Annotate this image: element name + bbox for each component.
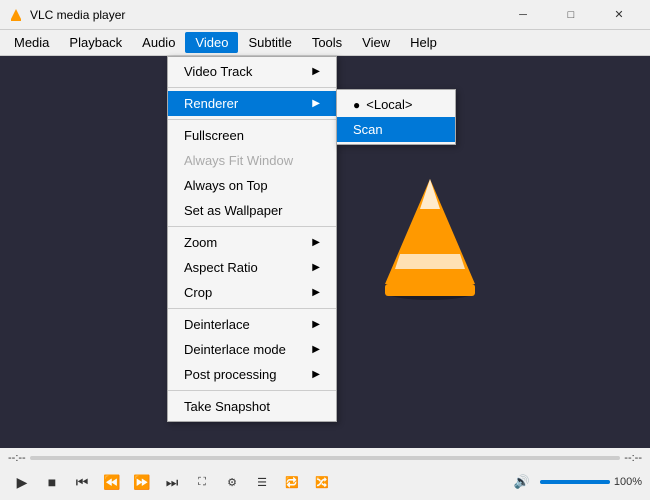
menu-crop[interactable]: Crop ▶ <box>168 280 336 305</box>
renderer-submenu: ● <Local> Scan <box>336 89 456 145</box>
menu-renderer[interactable]: Renderer ▶ ● <Local> Scan <box>168 91 336 116</box>
volume-fill <box>540 480 610 484</box>
vlc-icon <box>8 7 24 23</box>
menu-view[interactable]: View <box>352 32 400 53</box>
current-time: --:-- <box>8 452 26 464</box>
menu-zoom[interactable]: Zoom ▶ <box>168 230 336 255</box>
arrow-icon: ▶ <box>312 66 320 77</box>
title-bar: VLC media player ─ □ ✕ <box>0 0 650 30</box>
menu-set-wallpaper[interactable]: Set as Wallpaper <box>168 198 336 223</box>
total-time: --:-- <box>624 452 642 464</box>
menu-subtitle[interactable]: Subtitle <box>238 32 301 53</box>
menu-video-track[interactable]: Video Track ▶ <box>168 59 336 84</box>
fullscreen-ctrl-button[interactable]: ⛶ <box>188 468 216 496</box>
next-button[interactable]: ⏭ <box>158 468 186 496</box>
playlist-button[interactable]: ☰ <box>248 468 276 496</box>
arrow-icon: ▶ <box>312 262 320 273</box>
arrow-icon: ▶ <box>312 98 320 109</box>
menu-post-processing[interactable]: Post processing ▶ <box>168 362 336 387</box>
shuffle-button[interactable]: 🔀 <box>308 468 336 496</box>
arrow-icon: ▶ <box>312 369 320 380</box>
arrow-icon: ▶ <box>312 287 320 298</box>
bottom-bar: --:-- --:-- ▶ ■ ⏮ ⏪ ⏩ ⏭ ⛶ ⚙ ☰ 🔁 🔀 🔊 100% <box>0 448 650 500</box>
loop-button[interactable]: 🔁 <box>278 468 306 496</box>
video-dropdown: Video Track ▶ Renderer ▶ ● <Local> Scan … <box>167 56 337 422</box>
maximize-button[interactable]: □ <box>548 0 594 30</box>
menu-aspect-ratio[interactable]: Aspect Ratio ▶ <box>168 255 336 280</box>
menu-media[interactable]: Media <box>4 32 59 53</box>
window-title: VLC media player <box>30 8 500 22</box>
menu-bar: Media Playback Audio Video Subtitle Tool… <box>0 30 650 56</box>
menu-deinterlace[interactable]: Deinterlace ▶ <box>168 312 336 337</box>
window-controls: ─ □ ✕ <box>500 0 642 30</box>
menu-deinterlace-mode[interactable]: Deinterlace mode ▶ <box>168 337 336 362</box>
check-icon: ● <box>353 98 360 112</box>
renderer-scan[interactable]: Scan <box>337 117 455 142</box>
seek-bar[interactable] <box>30 456 621 460</box>
controls-row: ▶ ■ ⏮ ⏪ ⏩ ⏭ ⛶ ⚙ ☰ 🔁 🔀 🔊 100% <box>0 466 650 500</box>
arrow-icon: ▶ <box>312 344 320 355</box>
menu-playback[interactable]: Playback <box>59 32 132 53</box>
arrow-icon: ▶ <box>312 237 320 248</box>
menu-tools[interactable]: Tools <box>302 32 352 53</box>
play-button[interactable]: ▶ <box>8 468 36 496</box>
menu-always-on-top[interactable]: Always on Top <box>168 173 336 198</box>
menu-fullscreen[interactable]: Fullscreen <box>168 123 336 148</box>
volume-percent: 100% <box>614 476 642 488</box>
mute-button[interactable]: 🔊 <box>508 468 536 496</box>
prev-button[interactable]: ⏮ <box>68 468 96 496</box>
separator <box>168 390 336 391</box>
extended-settings-button[interactable]: ⚙ <box>218 468 246 496</box>
separator <box>168 308 336 309</box>
menu-always-fit: Always Fit Window <box>168 148 336 173</box>
volume-bar[interactable] <box>540 480 610 484</box>
close-button[interactable]: ✕ <box>596 0 642 30</box>
minimize-button[interactable]: ─ <box>500 0 546 30</box>
stop-button[interactable]: ■ <box>38 468 66 496</box>
separator <box>168 119 336 120</box>
volume-container: 🔊 100% <box>508 468 642 496</box>
separator <box>168 87 336 88</box>
menu-audio[interactable]: Audio <box>132 32 185 53</box>
menu-video[interactable]: Video <box>185 32 238 53</box>
arrow-icon: ▶ <box>312 319 320 330</box>
menu-help[interactable]: Help <box>400 32 447 53</box>
separator <box>168 226 336 227</box>
rewind-button[interactable]: ⏪ <box>98 468 126 496</box>
seek-bar-container: --:-- --:-- <box>0 448 650 466</box>
menu-take-snapshot[interactable]: Take Snapshot <box>168 394 336 419</box>
fast-forward-button[interactable]: ⏩ <box>128 468 156 496</box>
renderer-local[interactable]: ● <Local> <box>337 92 455 117</box>
vlc-cone-graphic <box>370 174 490 304</box>
